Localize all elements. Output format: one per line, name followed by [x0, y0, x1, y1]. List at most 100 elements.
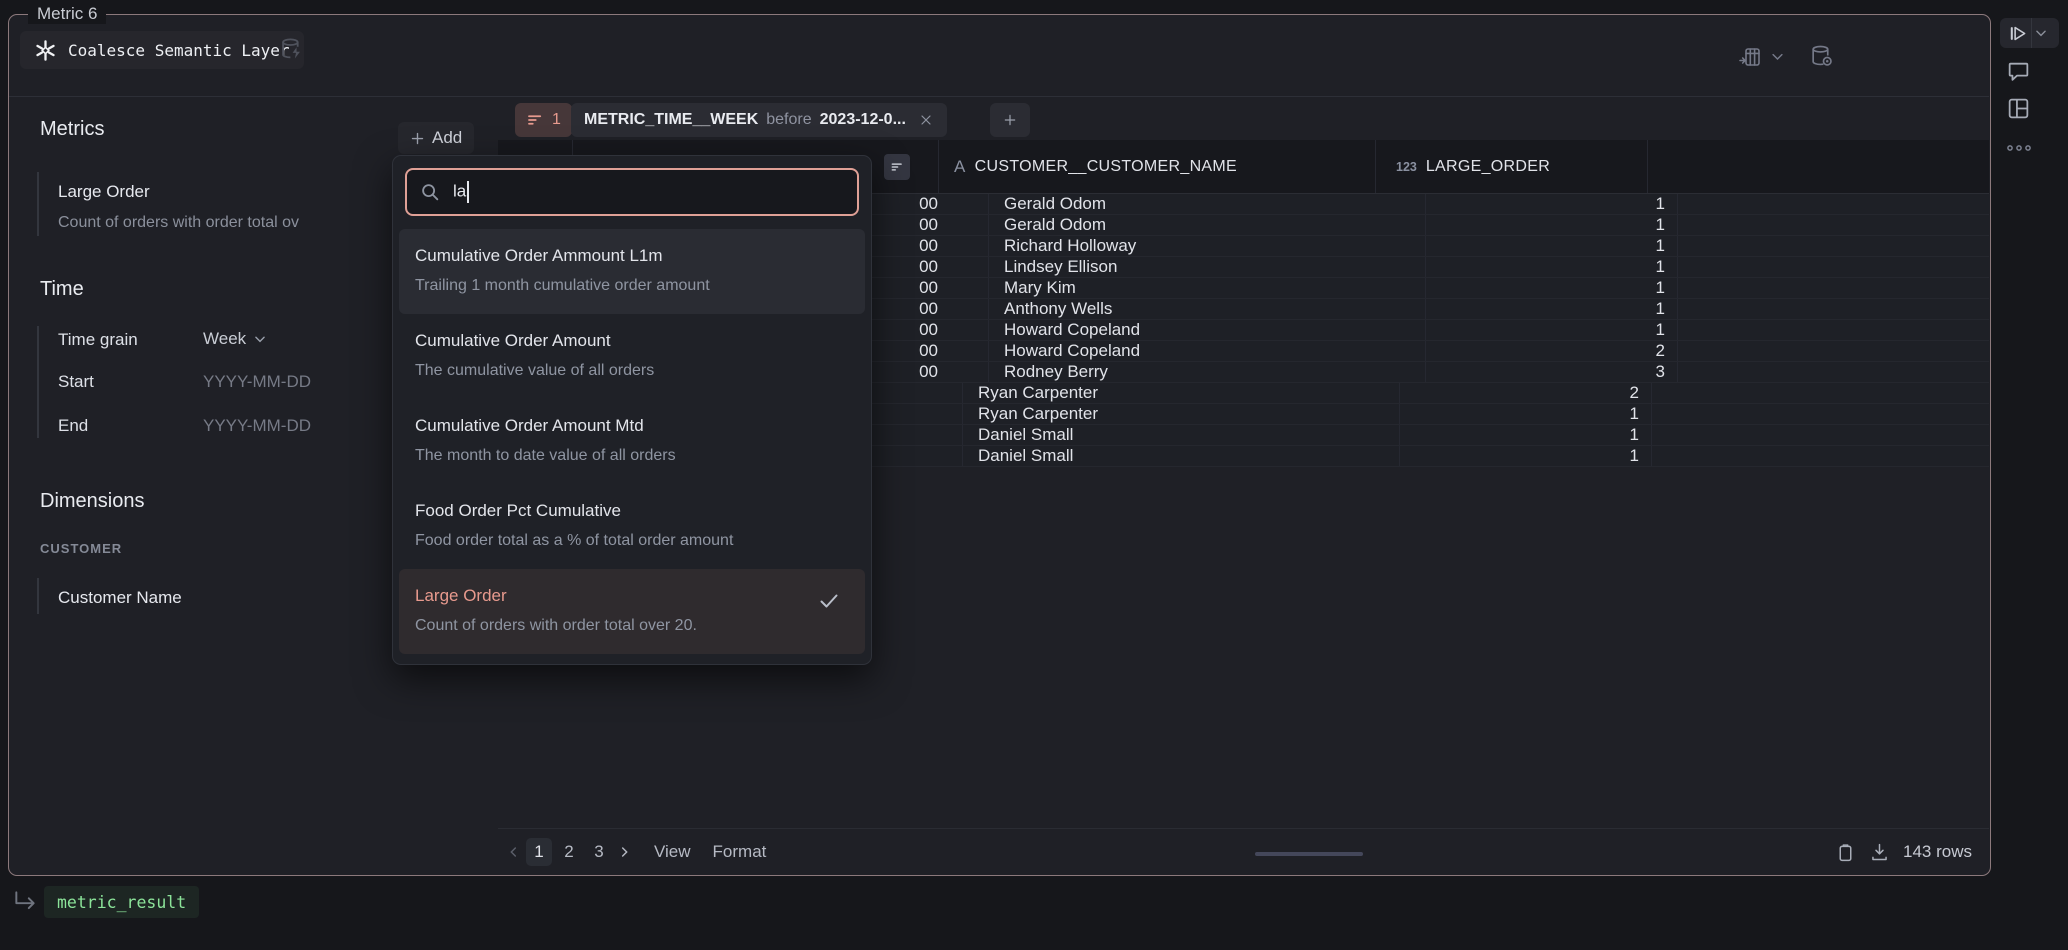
copy-icon[interactable] [1835, 842, 1856, 863]
filter-operator: before [766, 111, 811, 129]
return-arrow-icon [12, 888, 38, 914]
chevron-down-icon[interactable] [2034, 26, 2048, 40]
cell-customer[interactable]: Daniel Small [963, 425, 1400, 445]
cell-large-order[interactable]: 1 [1426, 278, 1678, 298]
metric-option[interactable]: Cumulative Order Amount The cumulative v… [399, 314, 865, 399]
customer-column-header[interactable]: A CUSTOMER__CUSTOMER_NAME [939, 140, 1376, 193]
search-query: la [453, 181, 466, 200]
cell-filler [1678, 236, 1989, 256]
cell-customer[interactable]: Ryan Carpenter [963, 404, 1400, 424]
metric-option-description: The cumulative value of all orders [415, 362, 849, 380]
cell-customer[interactable]: Daniel Small [963, 446, 1400, 466]
filter-count-chip[interactable]: 1 [515, 103, 572, 137]
cell-large-order[interactable]: 1 [1400, 446, 1652, 466]
cell-large-order[interactable]: 2 [1400, 383, 1652, 403]
filter-icon [526, 111, 544, 129]
metric-option-title: Cumulative Order Ammount L1m [415, 246, 849, 266]
page-number[interactable]: 3 [586, 838, 612, 866]
cell-filler [1652, 383, 1989, 403]
cell-large-order[interactable]: 1 [1400, 425, 1652, 445]
cell-customer[interactable]: Gerald Odom [989, 194, 1426, 214]
cell-customer[interactable]: Howard Copeland [989, 341, 1426, 361]
time-heading: Time [40, 278, 84, 301]
cell-large-order[interactable]: 1 [1426, 194, 1678, 214]
add-metric-button[interactable]: Add [398, 122, 474, 154]
metric-option[interactable]: Cumulative Order Ammount L1m Trailing 1 … [399, 229, 865, 314]
cell-title: Metric 6 [28, 4, 106, 24]
run-cell-button-group [2000, 18, 2059, 48]
ellipsis-icon[interactable] [2006, 143, 2032, 153]
run-group-divider [2031, 18, 2032, 48]
dimension-group-label: CUSTOMER [40, 541, 122, 556]
chevron-down-icon[interactable] [1770, 49, 1785, 64]
cell-filler [1652, 404, 1989, 424]
page-number[interactable]: 2 [556, 838, 582, 866]
dimension-item-name[interactable]: Customer Name [58, 588, 182, 608]
run-icon[interactable] [2008, 24, 2027, 43]
close-icon[interactable] [918, 112, 934, 128]
search-icon [419, 181, 441, 203]
layout-icon[interactable] [2006, 96, 2031, 121]
metric-option-description: Food order total as a % of total order a… [415, 532, 849, 550]
metric-item-name[interactable]: Large Order [58, 182, 150, 202]
large-order-column-header[interactable]: 123 LARGE_ORDER [1376, 140, 1648, 193]
page-number[interactable]: 1 [526, 838, 552, 866]
semantic-layer-source-chip[interactable]: Coalesce Semantic Layer [20, 31, 304, 69]
cell-filler [1678, 257, 1989, 277]
database-bolt-icon[interactable] [278, 36, 305, 63]
horizontal-scrollbar[interactable] [1255, 852, 1363, 856]
view-button[interactable]: View [654, 842, 691, 862]
cell-customer[interactable]: Gerald Odom [989, 215, 1426, 235]
cell-customer[interactable]: Mary Kim [989, 278, 1426, 298]
cell-large-order[interactable]: 3 [1426, 362, 1678, 382]
push-to-table-icon[interactable] [1738, 45, 1762, 69]
filter-chip[interactable]: METRIC_TIME__WEEK before 2023-12-0... [571, 103, 947, 137]
row-count-label: 143 rows [1903, 842, 1972, 862]
metrics-heading: Metrics [40, 118, 104, 141]
metric-option[interactable]: Cumulative Order Amount Mtd The month to… [399, 399, 865, 484]
text-type-icon: A [954, 157, 966, 177]
chevron-down-icon [253, 332, 267, 346]
comment-icon[interactable] [2006, 59, 2031, 84]
cell-customer[interactable]: Howard Copeland [989, 320, 1426, 340]
metric-item-description: Count of orders with order total ov [58, 214, 390, 232]
metric-option[interactable]: Large Order Count of orders with order t… [399, 569, 865, 654]
cell-large-order[interactable]: 2 [1426, 341, 1678, 361]
format-button[interactable]: Format [713, 842, 767, 862]
number-type-icon: 123 [1396, 160, 1417, 174]
time-grain-select[interactable]: Week [203, 329, 267, 349]
metric-cell-page: Metric 6 Coalesce Semantic Layer [0, 0, 2068, 950]
output-variable-chip[interactable]: metric_result [44, 886, 199, 918]
cell-customer[interactable]: Lindsey Ellison [989, 257, 1426, 277]
metric-search-input[interactable]: la [405, 168, 859, 216]
cell-large-order[interactable]: 1 [1426, 257, 1678, 277]
cell-large-order[interactable]: 1 [1426, 236, 1678, 256]
column-filter-icon[interactable] [884, 154, 910, 180]
plus-icon [410, 131, 425, 146]
cell-header-divider [9, 96, 1989, 97]
download-icon[interactable] [1869, 842, 1890, 863]
customer-column-label: CUSTOMER__CUSTOMER_NAME [975, 158, 1237, 176]
source-chip-label: Coalesce Semantic Layer [68, 41, 290, 60]
add-filter-button[interactable] [990, 103, 1030, 137]
database-preview-icon[interactable] [1809, 44, 1834, 69]
check-icon [817, 589, 841, 613]
start-date-input[interactable]: YYYY-MM-DD [203, 372, 311, 392]
start-label: Start [58, 372, 94, 392]
prev-page-icon[interactable] [506, 844, 522, 860]
next-page-icon[interactable] [616, 844, 632, 860]
plus-icon [1002, 112, 1018, 128]
cell-large-order[interactable]: 1 [1426, 320, 1678, 340]
time-grain-label: Time grain [58, 330, 138, 350]
cell-customer[interactable]: Ryan Carpenter [963, 383, 1400, 403]
cell-large-order[interactable]: 1 [1400, 404, 1652, 424]
end-date-input[interactable]: YYYY-MM-DD [203, 416, 311, 436]
cell-customer[interactable]: Anthony Wells [989, 299, 1426, 319]
add-button-label: Add [432, 128, 462, 148]
cell-customer[interactable]: Richard Holloway [989, 236, 1426, 256]
cell-filler [1678, 299, 1989, 319]
cell-large-order[interactable]: 1 [1426, 299, 1678, 319]
metric-option[interactable]: Food Order Pct Cumulative Food order tot… [399, 484, 865, 569]
cell-customer[interactable]: Rodney Berry [989, 362, 1426, 382]
cell-large-order[interactable]: 1 [1426, 215, 1678, 235]
